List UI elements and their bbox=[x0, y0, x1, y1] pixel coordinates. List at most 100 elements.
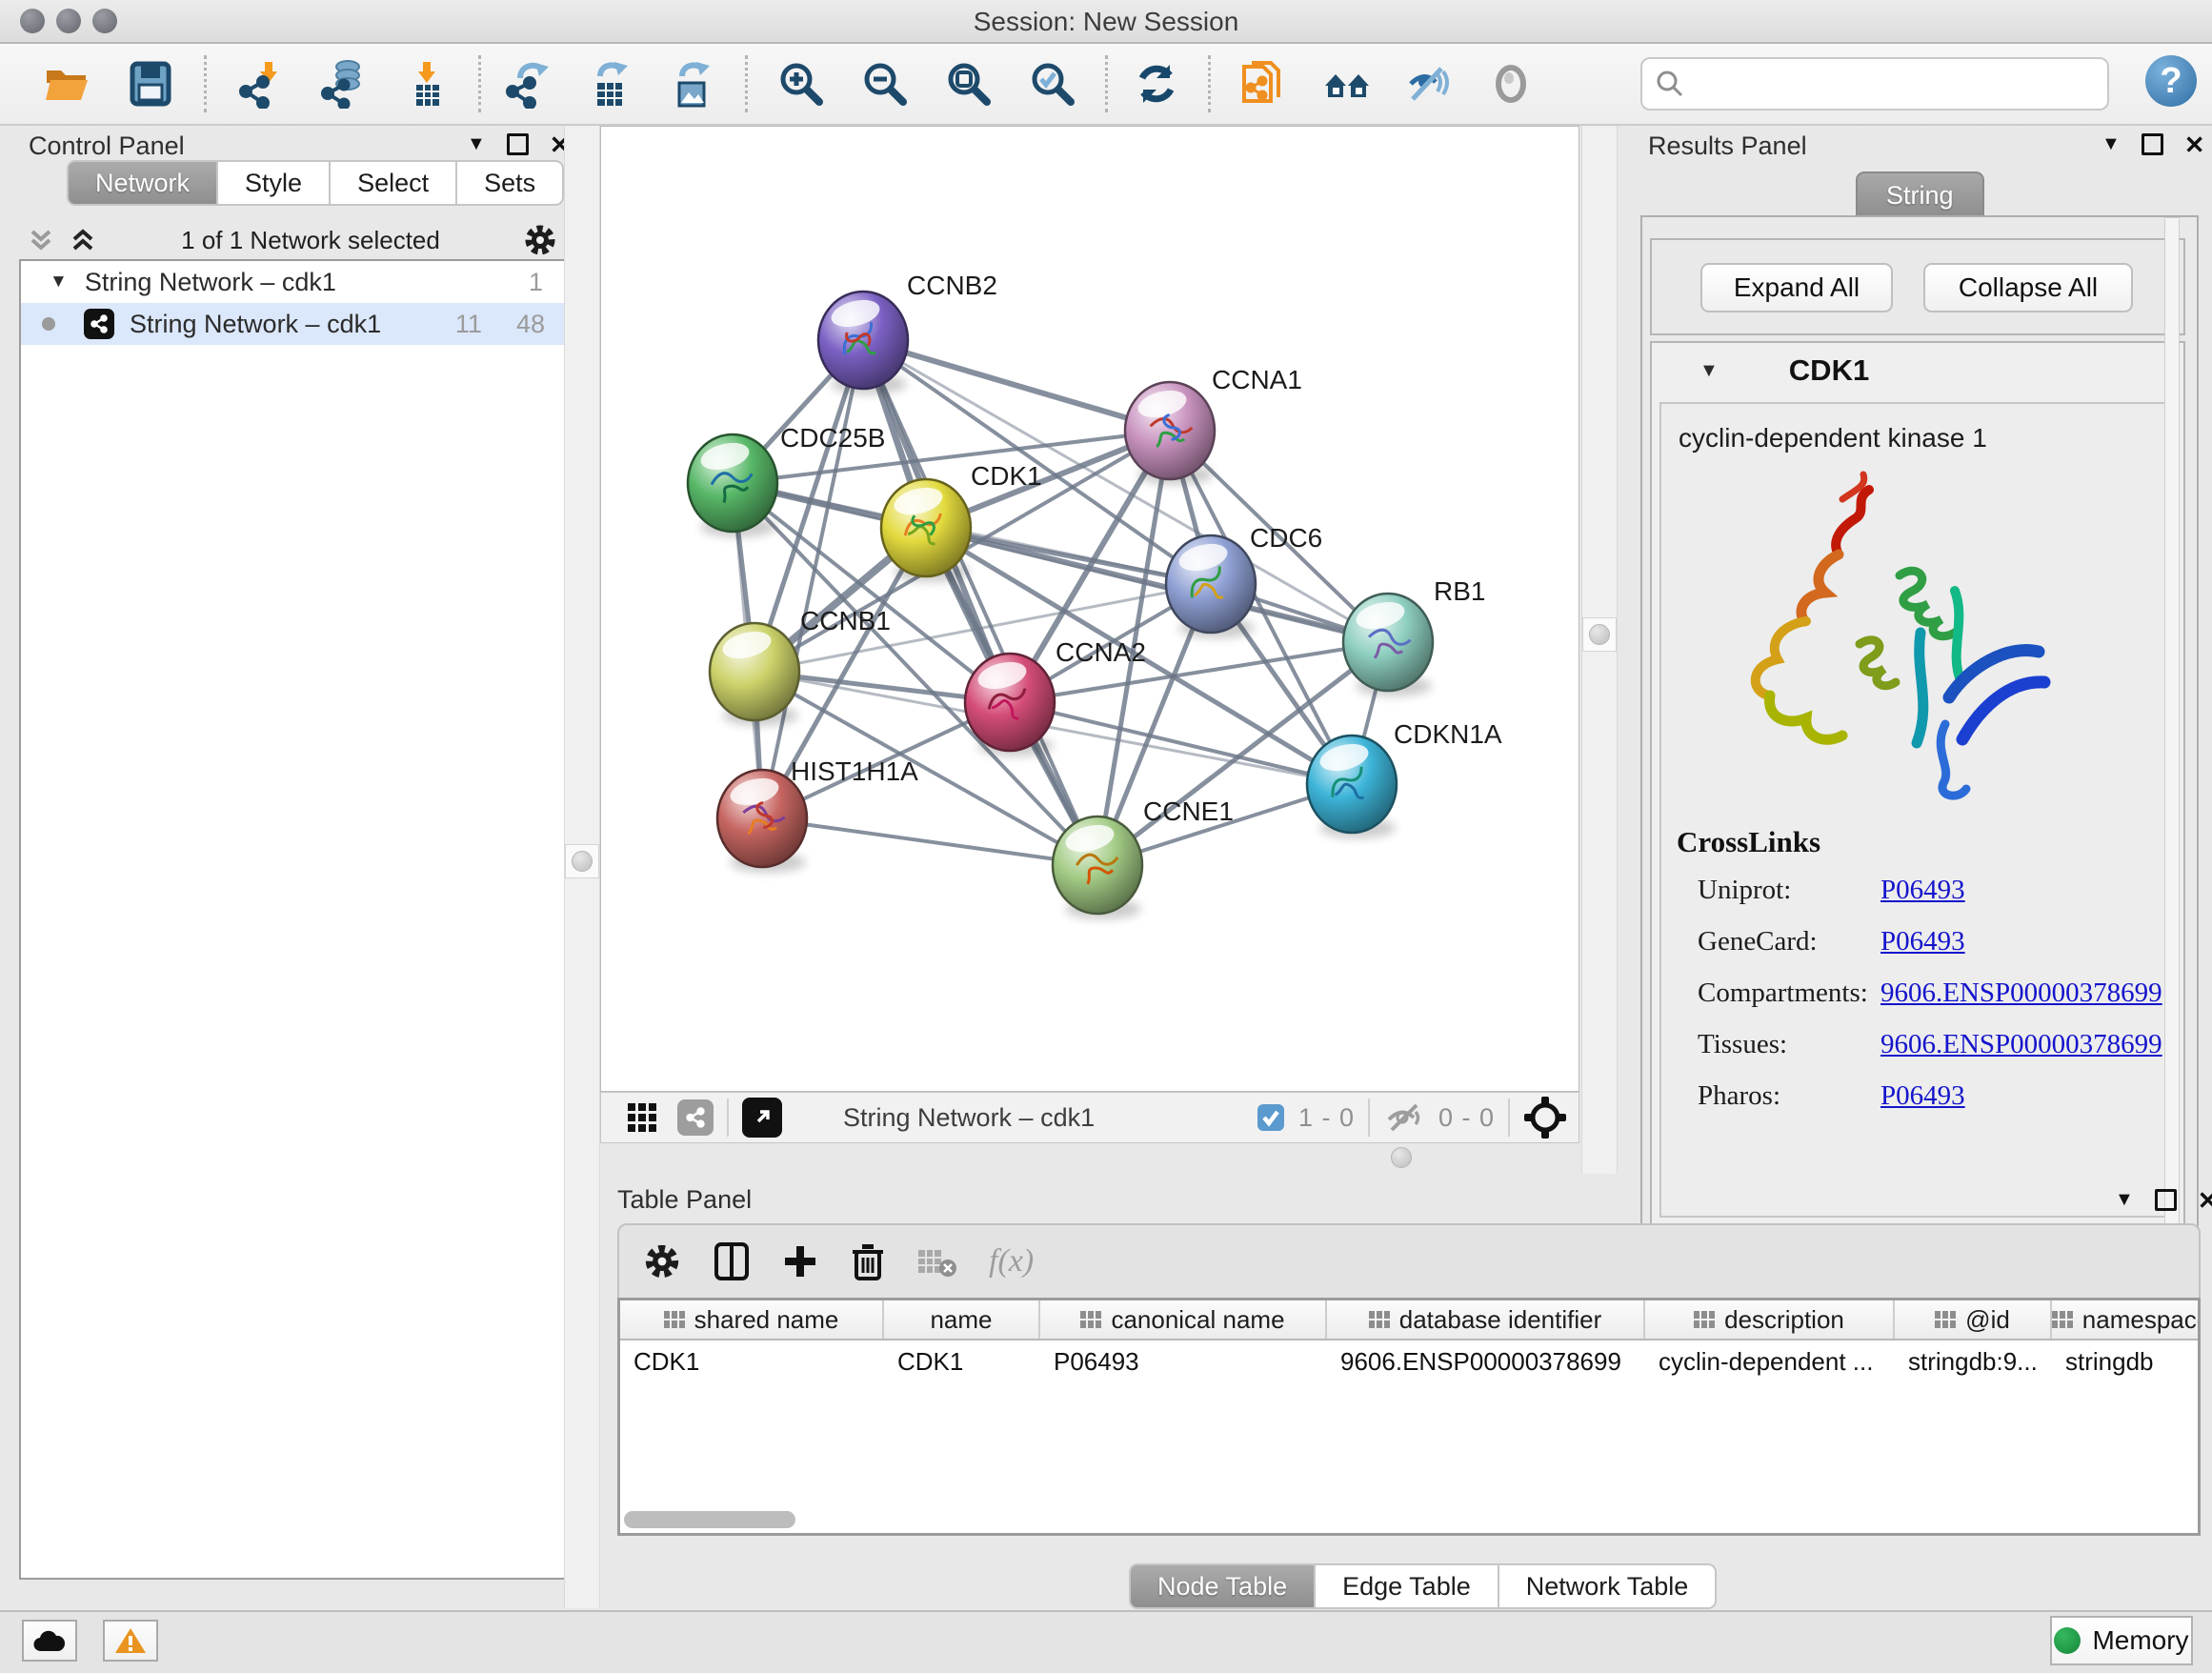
collapse-all-icon[interactable] bbox=[25, 226, 57, 254]
splitter-handle[interactable] bbox=[572, 851, 593, 872]
gear-icon[interactable] bbox=[522, 222, 558, 258]
grid-view-icon[interactable] bbox=[626, 1101, 658, 1134]
network-row-selected[interactable]: String Network – cdk1 11 48 bbox=[21, 303, 564, 345]
tab-network[interactable]: Network bbox=[67, 160, 218, 206]
import-network-database-icon[interactable] bbox=[316, 57, 370, 111]
zoom-out-icon[interactable] bbox=[857, 57, 911, 111]
table-cell[interactable]: cyclin-dependent ... bbox=[1645, 1347, 1895, 1377]
column-header-@id[interactable]: @id bbox=[1895, 1300, 2052, 1339]
tree-expand-icon[interactable]: ▼ bbox=[50, 272, 68, 292]
left-splitter[interactable] bbox=[564, 126, 600, 1608]
network-edge[interactable] bbox=[762, 818, 1097, 865]
add-column-icon[interactable] bbox=[781, 1242, 819, 1280]
open-session-icon[interactable] bbox=[40, 57, 93, 111]
tab-style[interactable]: Style bbox=[216, 160, 331, 206]
network-edge[interactable] bbox=[863, 340, 1097, 865]
zoom-selected-icon[interactable] bbox=[1025, 57, 1078, 111]
crosslink-row: GeneCard:P06493 bbox=[1698, 926, 2155, 957]
column-header-name[interactable]: name bbox=[884, 1300, 1040, 1339]
column-header-namespace[interactable]: namespace bbox=[2052, 1300, 2198, 1339]
table-cell[interactable]: stringdb bbox=[2052, 1347, 2198, 1377]
panel-close-icon[interactable]: ✕ bbox=[2198, 1191, 2212, 1210]
help-icon[interactable]: ? bbox=[2145, 55, 2197, 107]
network-edge[interactable] bbox=[863, 340, 1170, 431]
show-columns-icon[interactable] bbox=[713, 1240, 751, 1282]
table-gear-icon[interactable] bbox=[642, 1241, 682, 1281]
zoom-in-icon[interactable] bbox=[774, 57, 827, 111]
crosslink-link[interactable]: 9606.ENSP00000378699 bbox=[1880, 978, 2162, 1009]
column-header-description[interactable]: description bbox=[1645, 1300, 1895, 1339]
tab-sets[interactable]: Sets bbox=[455, 160, 564, 206]
open-view-icon[interactable] bbox=[742, 1098, 782, 1138]
hide-panels-icon[interactable] bbox=[1401, 57, 1455, 111]
search-input[interactable] bbox=[1694, 64, 2107, 104]
panel-float-icon[interactable] bbox=[507, 133, 529, 155]
expand-all-button[interactable]: Expand All bbox=[1700, 263, 1893, 312]
crosslink-link[interactable]: P06493 bbox=[1880, 926, 1965, 957]
export-image-icon[interactable] bbox=[665, 57, 718, 111]
panel-menu-icon[interactable]: ▼ bbox=[467, 133, 486, 155]
node-label-CDC25B: CDC25B bbox=[780, 423, 885, 453]
table-hscrollbar-thumb[interactable] bbox=[624, 1511, 795, 1528]
crosslink-link[interactable]: P06493 bbox=[1880, 1080, 1965, 1112]
results-scrollbar[interactable] bbox=[2164, 217, 2180, 1282]
horizontal-splitter[interactable] bbox=[1391, 1147, 1412, 1168]
table-row[interactable]: CDK1CDK1P064939606.ENSP00000378699cyclin… bbox=[620, 1340, 2198, 1382]
save-session-icon[interactable] bbox=[124, 57, 177, 111]
tab-select[interactable]: Select bbox=[329, 160, 457, 206]
column-namespace-icon bbox=[1080, 1311, 1101, 1328]
panel-float-icon[interactable] bbox=[2155, 1189, 2177, 1211]
delete-column-icon[interactable] bbox=[850, 1240, 886, 1282]
home-icon[interactable] bbox=[1320, 57, 1374, 111]
collapse-all-button[interactable]: Collapse All bbox=[1923, 263, 2133, 312]
crosslink-link[interactable]: P06493 bbox=[1880, 875, 1965, 906]
panel-menu-icon[interactable]: ▼ bbox=[2115, 1189, 2134, 1211]
panel-menu-icon[interactable]: ▼ bbox=[2101, 133, 2121, 155]
table-cell[interactable]: CDK1 bbox=[620, 1347, 884, 1377]
zoom-fit-icon[interactable] bbox=[941, 57, 995, 111]
tab-network-table[interactable]: Network Table bbox=[1498, 1563, 1718, 1609]
selected-checkbox-icon[interactable] bbox=[1257, 1103, 1285, 1132]
column-header-shared-name[interactable]: shared name bbox=[620, 1300, 884, 1339]
export-table-icon[interactable] bbox=[583, 57, 636, 111]
column-header-database-identifier[interactable]: database identifier bbox=[1327, 1300, 1645, 1339]
table-cell[interactable]: 9606.ENSP00000378699 bbox=[1327, 1347, 1645, 1377]
node-label-CCNA1: CCNA1 bbox=[1212, 365, 1302, 394]
network-edge[interactable] bbox=[762, 340, 863, 818]
entry-collapse-icon[interactable]: ▼ bbox=[1699, 360, 1719, 382]
tab-edge-table[interactable]: Edge Table bbox=[1314, 1563, 1499, 1609]
warning-button[interactable] bbox=[103, 1620, 158, 1662]
memory-button[interactable]: Memory bbox=[2050, 1616, 2193, 1665]
search-box bbox=[1640, 57, 2109, 111]
network-collection-row[interactable]: ▼ String Network – cdk1 1 bbox=[21, 261, 564, 303]
network-icon-disabled[interactable] bbox=[677, 1099, 714, 1136]
table-cell[interactable]: stringdb:9... bbox=[1895, 1347, 2052, 1377]
network-canvas[interactable]: CCNB2CCNA1CDC25BCDK1CDC6RB1CCNB1CCNA2CDK… bbox=[600, 126, 1579, 1092]
right-splitter[interactable] bbox=[1581, 126, 1618, 1174]
export-network-icon[interactable] bbox=[501, 57, 554, 111]
splitter-handle[interactable] bbox=[1391, 1147, 1412, 1168]
birdseye-icon[interactable] bbox=[1523, 1096, 1567, 1139]
tab-node-table[interactable]: Node Table bbox=[1129, 1563, 1316, 1609]
panel-close-icon[interactable]: ✕ bbox=[2184, 135, 2205, 154]
node-entry-header[interactable]: ▼ CDK1 bbox=[1652, 343, 2183, 398]
refresh-icon[interactable] bbox=[1130, 57, 1183, 111]
import-table-file-icon[interactable] bbox=[400, 57, 453, 111]
table-cell[interactable]: CDK1 bbox=[884, 1347, 1040, 1377]
string-network-icon bbox=[84, 309, 114, 339]
show-panels-icon[interactable] bbox=[1484, 57, 1538, 111]
column-header-canonical-name[interactable]: canonical name bbox=[1040, 1300, 1327, 1339]
expand-all-icon[interactable] bbox=[67, 226, 99, 254]
tab-string[interactable]: String bbox=[1856, 171, 1984, 219]
import-network-file-icon[interactable] bbox=[234, 57, 288, 111]
crosslink-link[interactable]: 9606.ENSP00000378699 bbox=[1880, 1029, 2162, 1060]
collection-count: 1 bbox=[529, 268, 543, 297]
splitter-handle[interactable] bbox=[1589, 624, 1610, 645]
node-entry-body: cyclin-dependent kinase 1 bbox=[1659, 402, 2174, 1218]
table-cell[interactable]: P06493 bbox=[1040, 1347, 1327, 1377]
cloud-button[interactable] bbox=[22, 1620, 77, 1662]
column-namespace-icon bbox=[1935, 1311, 1956, 1328]
share-document-icon[interactable] bbox=[1235, 57, 1288, 111]
crosslink-label: Uniprot: bbox=[1698, 875, 1880, 906]
panel-float-icon[interactable] bbox=[2142, 133, 2163, 155]
